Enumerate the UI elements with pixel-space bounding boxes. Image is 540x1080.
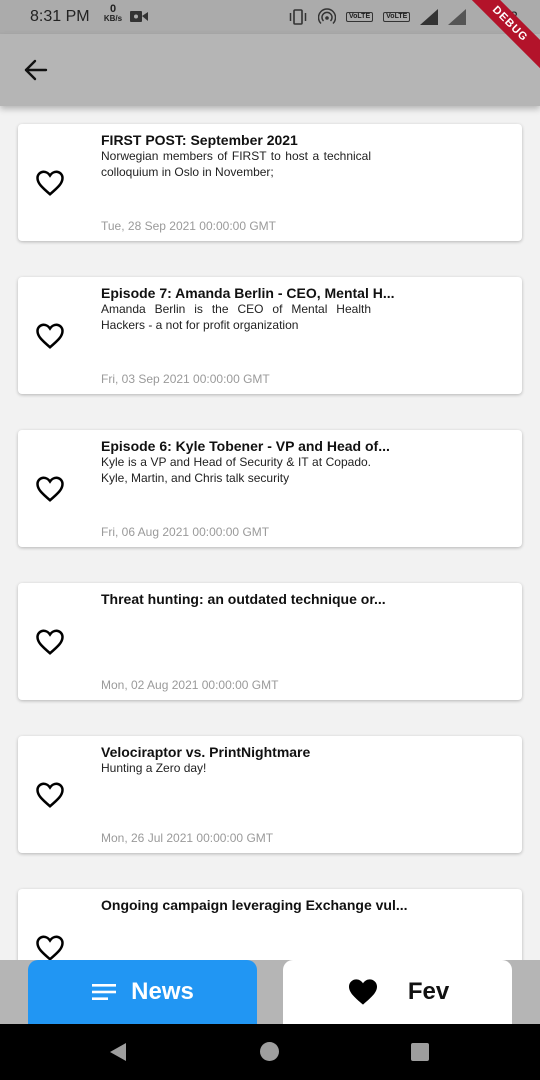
network-speed: 0 KB/s	[103, 3, 123, 24]
tab-fev-label: Fev	[407, 978, 450, 1005]
post-date: Fri, 03 Sep 2021 00:00:00 GMT	[101, 372, 270, 386]
post-card[interactable]: Episode 7: Amanda Berlin - CEO, Mental H…	[18, 277, 522, 394]
heart-outline-icon[interactable]	[35, 474, 65, 504]
post-card[interactable]: Threat hunting: an outdated technique or…	[18, 583, 522, 700]
system-nav-bar	[0, 1024, 540, 1080]
status-time: 8:31 PM	[30, 8, 90, 25]
status-icons: VoLTE VoLTE	[288, 8, 467, 26]
post-description: Norwegian members of FIRST to host a tec…	[101, 149, 371, 179]
tab-news-label: News	[131, 978, 194, 1005]
nav-home-icon[interactable]	[260, 1042, 279, 1061]
post-title: Ongoing campaign leveraging Exchange vul…	[101, 897, 408, 913]
post-date: Mon, 26 Jul 2021 00:00:00 GMT	[101, 831, 274, 845]
post-card[interactable]: FIRST POST: September 2021 Norwegian mem…	[18, 124, 522, 241]
post-card[interactable]: Velociraptor vs. PrintNightmare Hunting …	[18, 736, 522, 853]
post-date: Tue, 28 Sep 2021 00:00:00 GMT	[101, 219, 277, 233]
post-description: Kyle is a VP and Head of Security & IT a…	[101, 455, 371, 485]
post-title: FIRST POST: September 2021	[101, 132, 298, 148]
back-arrow-icon[interactable]	[18, 52, 54, 88]
network-speed-value: 0	[109, 3, 117, 15]
post-card[interactable]: Ongoing campaign leveraging Exchange vul…	[18, 889, 522, 960]
post-description: Amanda Berlin is the CEO of Mental Healt…	[101, 302, 371, 332]
volte-badge-2: VoLTE	[383, 12, 411, 22]
news-feed[interactable]: FIRST POST: September 2021 Norwegian mem…	[0, 106, 540, 960]
heart-outline-icon[interactable]	[35, 627, 65, 657]
post-title: Episode 6: Kyle Tobener - VP and Head of…	[101, 438, 390, 454]
status-bar: 8:31 PM 0 KB/s VoLTE VoLTE 2	[0, 0, 540, 34]
tab-news[interactable]: News	[28, 960, 257, 1024]
tab-fev[interactable]: Fev	[283, 960, 512, 1024]
heart-outline-icon[interactable]	[35, 321, 65, 351]
heart-outline-icon[interactable]	[35, 780, 65, 810]
video-camera-icon	[130, 11, 148, 22]
post-date: Fri, 06 Aug 2021 00:00:00 GMT	[101, 525, 270, 539]
nav-recents-icon[interactable]	[411, 1043, 429, 1061]
post-title: Velociraptor vs. PrintNightmare	[101, 744, 311, 760]
network-speed-unit: KB/s	[103, 14, 123, 23]
post-title: Threat hunting: an outdated technique or…	[101, 591, 386, 607]
vibrate-icon	[289, 9, 307, 25]
volte-badge-1: VoLTE	[346, 12, 374, 22]
bottom-tab-bar: News Fev	[0, 960, 540, 1024]
signal-icon	[420, 9, 439, 25]
signal-icon-2	[448, 9, 467, 25]
heart-outline-icon[interactable]	[35, 168, 65, 198]
post-description: Hunting a Zero day!	[101, 761, 207, 775]
post-card[interactable]: Episode 6: Kyle Tobener - VP and Head of…	[18, 430, 522, 547]
menu-icon	[92, 984, 117, 1000]
post-date: Mon, 02 Aug 2021 00:00:00 GMT	[101, 678, 279, 692]
nav-back-icon[interactable]	[108, 1042, 128, 1062]
hotspot-icon	[318, 8, 336, 25]
post-title: Episode 7: Amanda Berlin - CEO, Mental H…	[101, 285, 395, 301]
app-bar	[0, 34, 540, 106]
heart-filled-icon	[348, 979, 377, 1005]
heart-outline-icon[interactable]	[35, 933, 65, 960]
